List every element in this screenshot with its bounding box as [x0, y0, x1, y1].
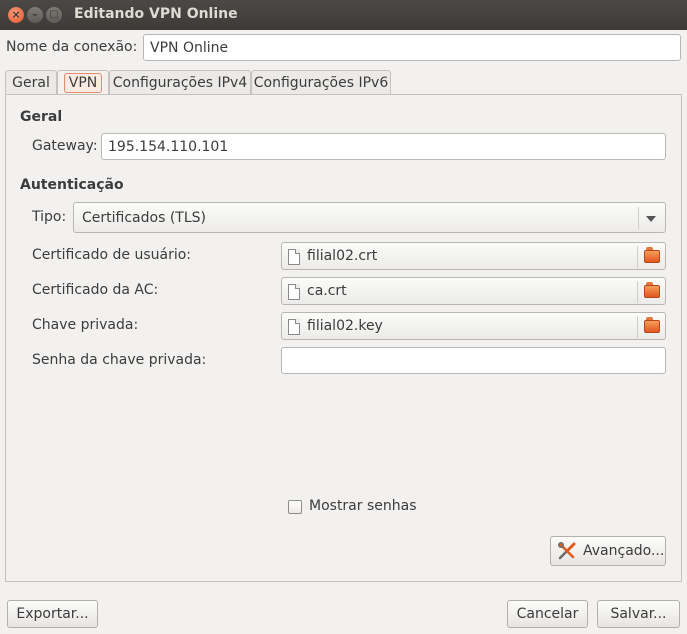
connection-name-label: Nome da conexão:	[6, 39, 138, 55]
tab-ipv4[interactable]: Configurações IPv4	[109, 70, 251, 95]
private-key-filename: filial02.key	[307, 318, 383, 334]
tab-geral[interactable]: Geral	[5, 70, 57, 95]
save-button[interactable]: Salvar...	[597, 600, 680, 628]
combo-separator	[638, 207, 639, 229]
chooser-separator	[637, 246, 638, 268]
close-window-button[interactable]: ×	[8, 7, 24, 23]
auth-section-heading: Autenticação	[20, 177, 124, 193]
document-icon	[288, 284, 300, 300]
user-cert-filename: filial02.crt	[307, 248, 378, 264]
chooser-separator	[637, 281, 638, 303]
private-key-file-chooser[interactable]: filial02.key	[281, 312, 666, 340]
tab-label: Configurações IPv6	[253, 75, 389, 91]
tab-ipv6[interactable]: Configurações IPv6	[251, 70, 391, 95]
user-cert-file-chooser[interactable]: filial02.crt	[281, 242, 666, 270]
user-cert-label: Certificado de usuário:	[32, 247, 192, 263]
window-title: Editando VPN Online	[74, 6, 238, 22]
window-titlebar: × – □ Editando VPN Online	[0, 0, 687, 30]
key-password-input[interactable]	[281, 347, 666, 374]
folder-open-icon[interactable]	[644, 247, 660, 263]
general-section-heading: Geral	[20, 109, 63, 125]
chooser-separator	[637, 316, 638, 338]
key-password-label: Senha da chave privada:	[32, 352, 207, 368]
show-passwords-label[interactable]: Mostrar senhas	[309, 498, 417, 514]
document-icon	[288, 249, 300, 265]
tab-label: VPN	[63, 73, 103, 93]
minimize-window-button[interactable]: –	[27, 7, 43, 23]
tab-label: Geral	[12, 75, 50, 91]
ca-cert-filename: ca.crt	[307, 283, 347, 299]
type-label: Tipo:	[32, 209, 67, 225]
tools-icon	[557, 541, 576, 560]
advanced-button-label: Avançado...	[583, 543, 665, 559]
ca-cert-label: Certificado da AC:	[32, 282, 159, 298]
folder-open-icon[interactable]	[644, 317, 660, 333]
maximize-window-button[interactable]: □	[46, 7, 62, 23]
chevron-down-icon	[646, 216, 656, 222]
gateway-label: Gateway:	[32, 138, 98, 154]
document-icon	[288, 319, 300, 335]
auth-type-value: Certificados (TLS)	[82, 210, 206, 226]
folder-open-icon[interactable]	[644, 282, 660, 298]
advanced-button[interactable]: Avançado...	[550, 536, 666, 566]
export-button[interactable]: Exportar...	[7, 600, 98, 628]
show-passwords-checkbox[interactable]	[288, 500, 302, 514]
private-key-label: Chave privada:	[32, 317, 139, 333]
gateway-input[interactable]	[101, 133, 666, 160]
cancel-button[interactable]: Cancelar	[507, 600, 588, 628]
auth-type-combobox[interactable]: Certificados (TLS)	[73, 202, 666, 233]
tab-label: Configurações IPv4	[112, 75, 248, 91]
connection-name-input[interactable]	[143, 34, 681, 61]
ca-cert-file-chooser[interactable]: ca.crt	[281, 277, 666, 305]
tab-vpn[interactable]: VPN	[57, 70, 109, 96]
